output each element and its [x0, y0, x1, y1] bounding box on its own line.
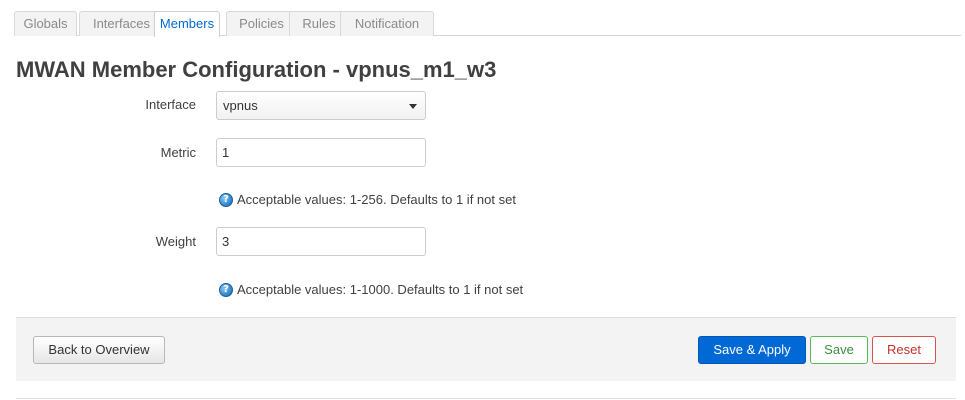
page-title: MWAN Member Configuration - vpnus_m1_w3 [16, 57, 497, 82]
metric-label: Metric [160, 145, 196, 160]
tab-notification[interactable]: Notification [340, 11, 434, 36]
tab-bar: Globals Interfaces Members Policies Rule… [14, 11, 961, 37]
metric-help-text: Acceptable values: 1-256. Defaults to 1 … [237, 192, 516, 207]
interface-label: Interface [145, 97, 196, 112]
tab-policies[interactable]: Policies [226, 11, 297, 36]
save-and-apply-button[interactable]: Save & Apply [698, 336, 806, 364]
tab-interfaces[interactable]: Interfaces [79, 11, 164, 36]
divider [16, 398, 956, 399]
weight-help-text: Acceptable values: 1-1000. Defaults to 1… [237, 282, 524, 297]
metric-input[interactable] [216, 138, 426, 167]
interface-select[interactable]: vpnus [216, 91, 426, 120]
back-to-overview-button[interactable]: Back to Overview [33, 336, 165, 364]
metric-help: ? Acceptable values: 1-256. Defaults to … [219, 192, 516, 207]
caret-down-icon [409, 104, 417, 109]
weight-input[interactable] [216, 227, 426, 256]
weight-label: Weight [155, 234, 196, 249]
action-bar: Back to Overview Save & Apply Save Reset [16, 317, 956, 381]
weight-help: ? Acceptable values: 1-1000. Defaults to… [219, 282, 523, 297]
tab-members[interactable]: Members [154, 11, 220, 37]
help-question-icon: ? [219, 192, 233, 207]
reset-button[interactable]: Reset [872, 336, 936, 364]
tab-globals[interactable]: Globals [14, 11, 77, 36]
interface-select-value: vpnus [223, 98, 258, 113]
save-button[interactable]: Save [810, 336, 868, 364]
help-question-icon: ? [219, 282, 233, 297]
